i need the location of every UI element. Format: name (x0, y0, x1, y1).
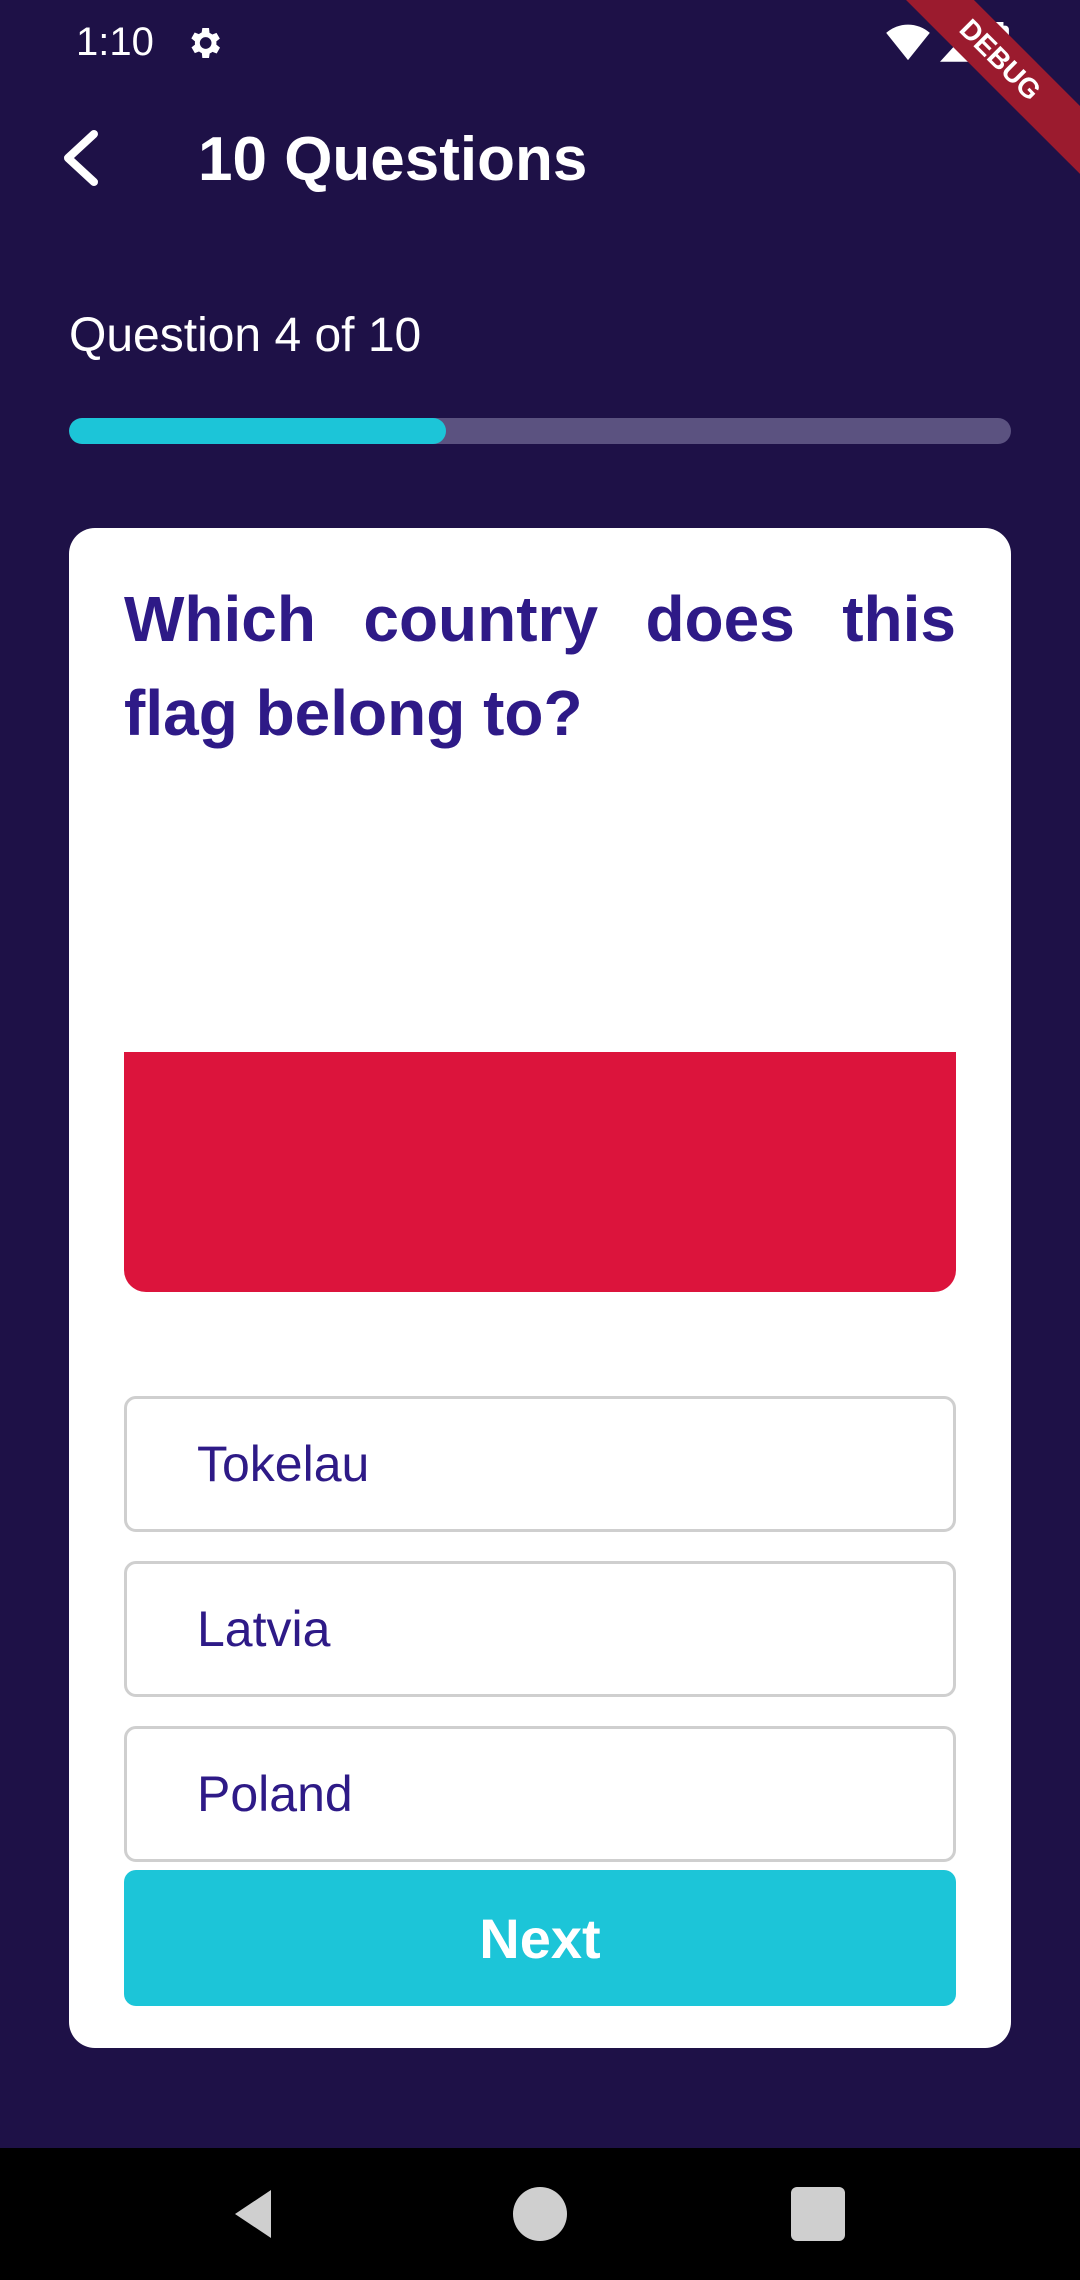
back-arrow-icon (58, 128, 102, 193)
question-text: Which country does this flag belong to? (124, 583, 956, 749)
wifi-icon (886, 22, 930, 67)
question-card: Which country does this flag belong to? … (69, 528, 1011, 2048)
progress-label: Question 4 of 10 (69, 309, 422, 362)
status-bar: 1:10 DEBUG (0, 0, 1080, 184)
nav-home-circle-icon (504, 2187, 576, 2254)
progress-fill (69, 418, 446, 444)
flag-image (124, 812, 956, 1292)
back-button[interactable] (40, 120, 120, 200)
page-title: 10 Questions (198, 125, 588, 194)
nav-back-button[interactable] (220, 2178, 292, 2250)
progress-bar (69, 418, 1011, 444)
answer-option-1[interactable]: Tokelau (124, 1396, 956, 1532)
nav-home-button[interactable] (504, 2178, 576, 2250)
next-button[interactable]: Next (124, 1870, 956, 2006)
system-nav-bar (0, 2148, 1080, 2280)
flag-bottom-stripe (124, 1052, 956, 1292)
status-time: 1:10 (76, 20, 154, 64)
answer-option-2[interactable]: Latvia (124, 1561, 956, 1697)
nav-recents-square-icon (782, 2187, 854, 2254)
nav-recents-button[interactable] (782, 2178, 854, 2250)
app-bar: 10 Questions (0, 90, 1080, 230)
answer-option-3[interactable]: Poland (124, 1726, 956, 1862)
nav-back-triangle-icon (220, 2190, 292, 2254)
flag-top-stripe (124, 812, 956, 1052)
settings-gear-icon (184, 23, 224, 63)
